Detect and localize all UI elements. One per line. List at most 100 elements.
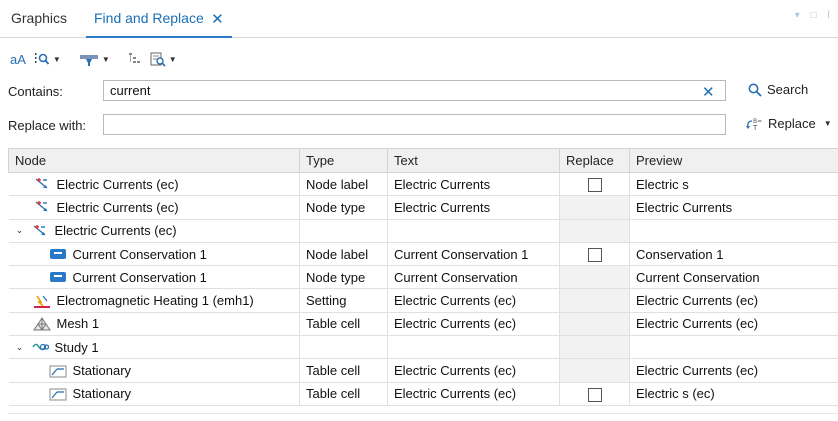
table-row[interactable]: Stationary Table cell Electric Currents (e…: [8, 358, 838, 383]
close-icon[interactable]: ✕: [211, 10, 224, 28]
node-label: Study 1: [54, 339, 99, 355]
node-label: Electromagnetic Heating 1 (emh1): [56, 293, 254, 309]
tab-graphics[interactable]: Graphics: [11, 10, 67, 38]
type-cell: Node label: [299, 241, 388, 267]
stationary-icon: [49, 364, 67, 378]
chevron-down-icon[interactable]: ⌄: [15, 342, 25, 353]
type-cell: Table cell: [299, 358, 388, 383]
expand-all-button[interactable]: [126, 49, 144, 69]
contains-input[interactable]: [103, 80, 726, 101]
node-cell[interactable]: Current Conservation 1: [8, 241, 300, 267]
type-cell: Setting: [299, 288, 388, 313]
column-header-node[interactable]: Node: [8, 148, 300, 173]
text-cell: [387, 218, 560, 243]
replace-cell[interactable]: [559, 241, 630, 267]
match-case-icon: aA: [10, 51, 26, 67]
type-cell: Table cell: [299, 311, 388, 337]
node-cell[interactable]: Current Conservation 1: [8, 265, 300, 290]
search-button-label: Search: [767, 82, 809, 97]
preview-button[interactable]: ▼: [148, 49, 179, 69]
table-row[interactable]: Current Conservation 1 Node label Current …: [8, 241, 838, 267]
node-cell[interactable]: Electric Currents (ec): [8, 195, 300, 220]
maximize-icon[interactable]: □: [811, 10, 821, 21]
window-controls: ▾ □ ǀ: [795, 10, 834, 21]
find-options-button[interactable]: ▼: [32, 49, 63, 69]
tab-find-and-replace[interactable]: Find and Replace ✕: [86, 10, 232, 38]
replace-with-input[interactable]: [103, 114, 726, 135]
horizontal-scrollbar[interactable]: [8, 413, 838, 417]
node-cell[interactable]: Stationary: [8, 381, 300, 406]
column-header-replace[interactable]: Replace: [559, 148, 630, 173]
column-header-text[interactable]: Text: [387, 148, 560, 173]
preview-cell: Electric s (ec): [629, 381, 838, 406]
type-cell: Node type: [299, 265, 388, 290]
replace-cell[interactable]: [559, 171, 630, 197]
replace-with-label: Replace with:: [8, 118, 87, 133]
node-cell[interactable]: Electromagnetic Heating 1 (emh1): [8, 288, 300, 313]
column-header-type[interactable]: Type: [299, 148, 388, 173]
table-row[interactable]: Electric Currents (ec) Node label Electric…: [8, 171, 838, 197]
replace-cell: [559, 335, 630, 360]
replace-button-label: Replace: [768, 116, 816, 131]
stationary-icon: [49, 387, 67, 401]
table-row[interactable]: ⌄ Electric Currents (ec): [8, 218, 838, 243]
active-tab-indicator: [86, 36, 232, 38]
text-cell: Electric Currents (ec): [387, 288, 560, 313]
preview-cell: Electric Currents (ec): [629, 358, 838, 383]
tab-find-and-replace-label: Find and Replace: [94, 10, 204, 26]
match-case-button[interactable]: aA: [8, 49, 28, 69]
replace-cell: [559, 288, 630, 313]
replace-checkbox[interactable]: [587, 177, 602, 192]
preview-cell: [629, 335, 838, 360]
node-label: Current Conservation 1: [72, 269, 207, 285]
text-cell: Electric Currents (ec): [387, 381, 560, 406]
node-cell[interactable]: ⌄ Study 1: [8, 335, 300, 360]
node-cell[interactable]: Mesh 1: [8, 311, 300, 337]
type-cell: [299, 335, 388, 360]
replace-cell: [559, 311, 630, 337]
chevron-down-icon: ▼: [168, 54, 177, 64]
electric-currents-icon: [31, 224, 49, 238]
current-conservation-icon: [49, 270, 67, 284]
minimize-icon[interactable]: ▾: [795, 10, 804, 21]
preview-cell: Electric Currents: [629, 195, 838, 220]
search-icon: [748, 83, 762, 97]
node-label: Stationary: [72, 363, 132, 379]
filter-button[interactable]: ▼: [77, 49, 112, 69]
chevron-down-icon[interactable]: ⌄: [15, 225, 25, 236]
results-table: Node Type Text Replace Preview Electric …: [8, 148, 838, 406]
table-row[interactable]: ⌄ Study 1: [8, 335, 838, 360]
table-row[interactable]: Mesh 1 Table cell Electric Currents (ec) El…: [8, 311, 838, 337]
node-cell[interactable]: Stationary: [8, 358, 300, 383]
table-row[interactable]: Electric Currents (ec) Node type Electric …: [8, 195, 838, 220]
column-header-preview[interactable]: Preview: [629, 148, 838, 173]
replace-button[interactable]: B= T Replace ▼: [745, 116, 832, 131]
type-cell: Node label: [299, 171, 388, 197]
preview-cell: Electric Currents (ec): [629, 288, 838, 313]
node-cell[interactable]: ⌄ Electric Currents (ec): [8, 218, 300, 243]
electric-currents-icon: [33, 200, 51, 214]
table-row[interactable]: Electromagnetic Heating 1 (emh1) Setting E…: [8, 288, 838, 313]
replace-checkbox[interactable]: [587, 247, 602, 262]
node-cell[interactable]: Electric Currents (ec): [8, 171, 300, 197]
replace-cell: [559, 265, 630, 290]
clear-icon[interactable]: ✕: [702, 83, 715, 101]
table-row[interactable]: Current Conservation 1 Node type Current C…: [8, 265, 838, 290]
document-search-icon: [150, 52, 166, 67]
search-button[interactable]: Search: [748, 82, 808, 97]
node-label: Electric Currents (ec): [56, 199, 179, 215]
preview-cell: Conservation 1: [629, 241, 838, 267]
replace-cell: [559, 195, 630, 220]
replace-cell[interactable]: [559, 381, 630, 406]
tab-bar: Graphics Find and Replace ✕ ▾ □ ǀ: [0, 0, 838, 38]
text-cell: Electric Currents: [387, 171, 560, 197]
chevron-down-icon[interactable]: ▼: [824, 119, 832, 128]
table-header-row: Node Type Text Replace Preview: [8, 148, 838, 173]
replace-icon: B= T: [746, 118, 762, 131]
toolbar: aA ▼ ▼ ▼: [8, 48, 179, 70]
replace-checkbox[interactable]: [587, 387, 602, 402]
table-row[interactable]: Stationary Table cell Electric Currents (e…: [8, 381, 838, 406]
find-options-icon: [34, 53, 50, 65]
electric-currents-icon: [33, 177, 51, 191]
overflow-icon[interactable]: ǀ: [827, 10, 834, 21]
